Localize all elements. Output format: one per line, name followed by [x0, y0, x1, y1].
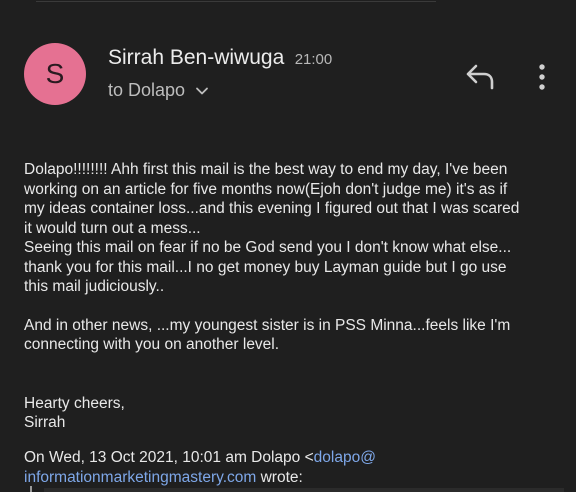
recipient-label: to Dolapo — [108, 80, 186, 100]
email-link[interactable]: dolapo@ — [314, 449, 376, 466]
avatar[interactable]: S — [24, 43, 86, 105]
email-link[interactable]: informationmarketingmastery.com — [24, 469, 256, 486]
quoted-header: On Wed, 13 Oct 2021, 10:01 am Dolapo <do… — [24, 448, 564, 487]
sender-name[interactable]: Sirrah Ben-wiwuga — [108, 46, 284, 69]
email-view: S Sirrah Ben-wiwuga 21:00 to Dolapo Dola… — [0, 0, 576, 492]
more-options-button[interactable] — [532, 62, 552, 94]
sender-header: Sirrah Ben-wiwuga 21:00 — [108, 46, 332, 70]
quote-bar — [30, 486, 32, 492]
divider — [36, 1, 436, 2]
recipient-toggle[interactable]: to Dolapo — [108, 80, 209, 101]
message-time: 21:00 — [294, 51, 333, 68]
message-paragraph: Dolapo!!!!!!!! Ahh first this mail is th… — [24, 161, 520, 295]
quote-suffix: wrote: — [256, 468, 303, 486]
top-edge — [0, 0, 576, 6]
avatar-initial: S — [45, 58, 65, 89]
quoted-content — [44, 488, 564, 492]
reply-icon — [466, 64, 494, 90]
message-body: Dolapo!!!!!!!! Ahh first this mail is th… — [24, 160, 564, 433]
reply-button[interactable] — [462, 62, 498, 92]
more-vert-icon — [539, 64, 545, 90]
chevron-down-icon — [196, 87, 208, 94]
message-signoff: Hearty cheers, Sirrah — [24, 394, 125, 432]
message-paragraph: And in other news, ...my youngest sister… — [24, 316, 511, 354]
quote-prefix: On Wed, 13 Oct 2021, 10:01 am Dolapo < — [24, 449, 314, 466]
